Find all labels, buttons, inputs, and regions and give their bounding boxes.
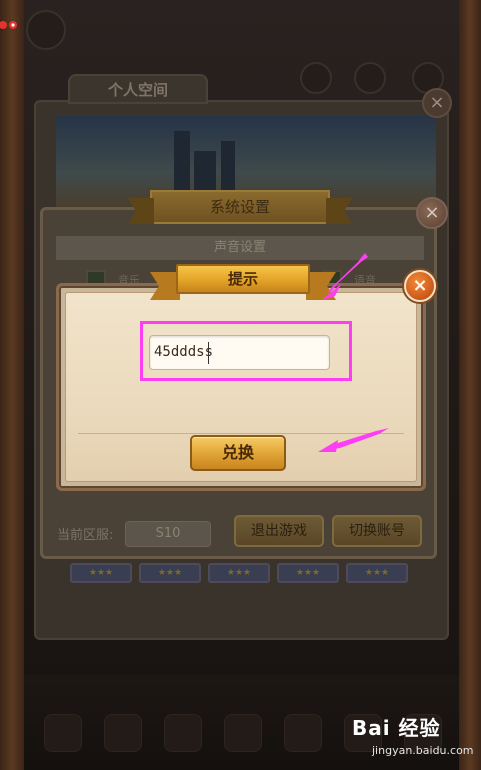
redeem-button[interactable]: 兑换 bbox=[190, 435, 286, 471]
menu-icon[interactable] bbox=[300, 62, 332, 94]
settings-close-icon[interactable]: × bbox=[416, 197, 448, 229]
hero-card-5[interactable]: ★★★ bbox=[346, 563, 408, 583]
hint-close-icon[interactable]: × bbox=[404, 270, 436, 302]
personal-space-close-icon[interactable]: × bbox=[422, 88, 452, 118]
personal-space-tab[interactable]: 个人空间 bbox=[68, 74, 208, 104]
switch-account-button[interactable]: 切换账号 bbox=[332, 515, 422, 547]
nav-slot-4[interactable] bbox=[224, 714, 262, 752]
input-highlight-box bbox=[140, 321, 352, 381]
nav-slot-5[interactable] bbox=[284, 714, 322, 752]
hero-card-2[interactable]: ★★★ bbox=[139, 563, 201, 583]
avatar-icon[interactable] bbox=[26, 10, 66, 50]
hint-divider bbox=[78, 433, 404, 434]
nav-slot-3[interactable] bbox=[164, 714, 202, 752]
mail-icon[interactable] bbox=[354, 62, 386, 94]
settings-title-banner: 系统设置 bbox=[150, 190, 330, 224]
logout-button[interactable]: 退出游戏 bbox=[234, 515, 324, 547]
hero-card-1[interactable]: ★★★ bbox=[70, 563, 132, 583]
left-frame-rail bbox=[0, 0, 24, 770]
right-frame-rail bbox=[459, 0, 481, 770]
watermark-url: jingyan.baidu.com bbox=[372, 744, 474, 757]
current-server-label: 当前区服: bbox=[57, 528, 114, 543]
hero-card-4[interactable]: ★★★ bbox=[277, 563, 339, 583]
nav-slot-2[interactable] bbox=[104, 714, 142, 752]
nav-slot-1[interactable] bbox=[44, 714, 82, 752]
hint-title-banner: 提示 bbox=[176, 264, 310, 294]
sound-settings-header: 声音设置 bbox=[56, 236, 424, 260]
notification-dots-icon bbox=[0, 21, 17, 29]
baidu-jingyan-logo: Bai 经验 bbox=[352, 716, 441, 740]
hero-card-3[interactable]: ★★★ bbox=[208, 563, 270, 583]
current-server-value: S10 bbox=[125, 521, 211, 547]
